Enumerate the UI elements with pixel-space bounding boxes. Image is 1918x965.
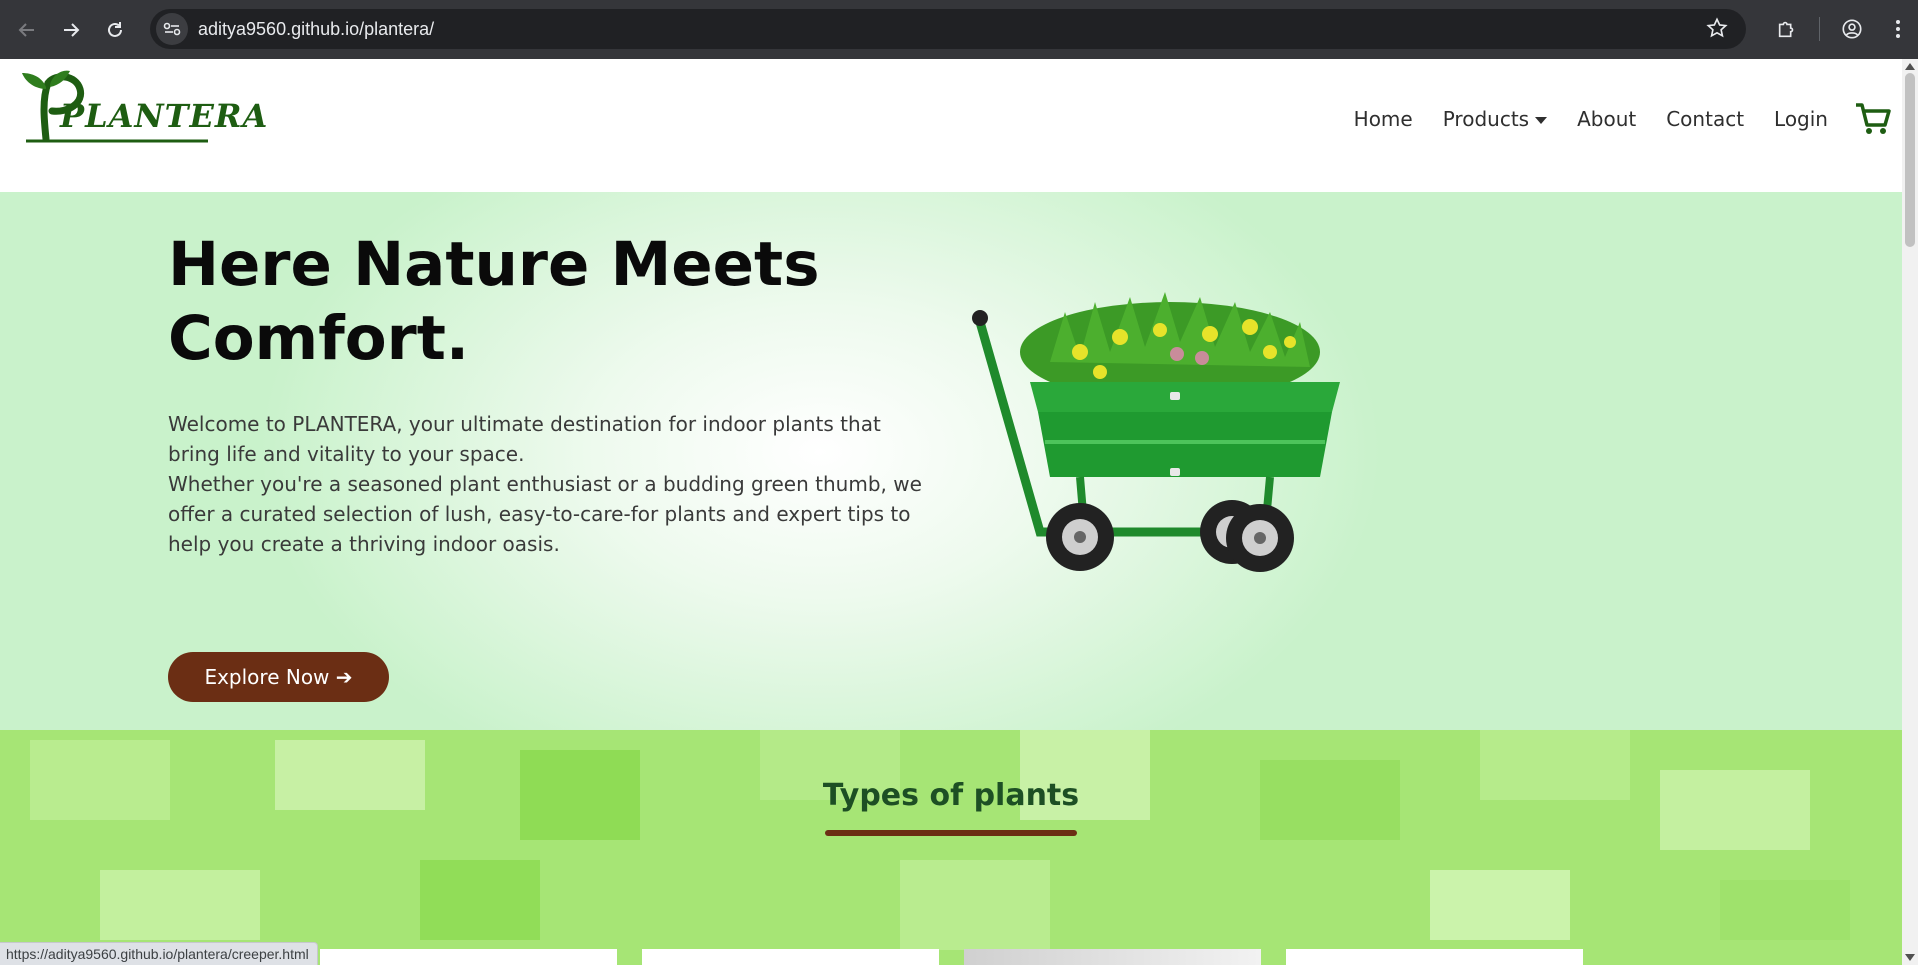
- web-page: PLANTERA Home Products About Contact Log…: [0, 59, 1902, 965]
- site-info-icon[interactable]: [156, 13, 188, 45]
- plant-card[interactable]: [642, 949, 939, 965]
- profile-button[interactable]: [1826, 9, 1878, 49]
- reload-button[interactable]: [95, 10, 135, 50]
- heading-underline: [825, 830, 1077, 836]
- scrollbar-thumb[interactable]: [1905, 73, 1915, 247]
- account-icon: [1842, 19, 1862, 39]
- background-tile: [900, 860, 1050, 950]
- hero-description: Welcome to PLANTERA, your ultimate desti…: [168, 409, 938, 559]
- toolbar-divider: [1819, 17, 1820, 41]
- types-of-plants-heading: Types of plants: [822, 778, 1080, 813]
- puzzle-icon: [1778, 21, 1794, 38]
- types-of-plants-section: Types of plants: [0, 730, 1902, 965]
- hero-title: Here Nature Meets Comfort.: [168, 229, 820, 374]
- scroll-down-arrow-icon[interactable]: [1905, 954, 1915, 961]
- browser-toolbar: aditya9560.github.io/plantera/: [0, 0, 1918, 59]
- url-text[interactable]: aditya9560.github.io/plantera/: [198, 19, 434, 40]
- shopping-cart-icon: [1856, 103, 1891, 134]
- plant-card[interactable]: [964, 949, 1261, 965]
- nav-home[interactable]: Home: [1354, 107, 1413, 131]
- link-status-bar: https://aditya9560.github.io/plantera/cr…: [0, 942, 318, 965]
- scroll-up-arrow-icon[interactable]: [1905, 63, 1915, 70]
- hero-paragraph-1: Welcome to PLANTERA, your ultimate desti…: [168, 412, 881, 466]
- background-tile: [420, 860, 540, 940]
- nav-products-dropdown[interactable]: Products: [1442, 107, 1548, 131]
- nav-contact[interactable]: Contact: [1666, 107, 1744, 131]
- extensions-button[interactable]: [1761, 9, 1813, 49]
- cart-button[interactable]: [1854, 101, 1892, 137]
- nav-about[interactable]: About: [1577, 107, 1636, 131]
- site-logo[interactable]: PLANTERA: [22, 69, 267, 143]
- kebab-menu-icon: [1896, 20, 1900, 38]
- logo-wordmark: PLANTERA: [60, 97, 269, 135]
- plant-card[interactable]: [1286, 949, 1583, 965]
- hero-paragraph-2: Whether you're a seasoned plant enthusia…: [168, 472, 922, 556]
- bookmark-star-icon[interactable]: [1706, 17, 1728, 43]
- explore-now-button[interactable]: Explore Now ➔: [168, 652, 389, 702]
- arrow-left-icon: [18, 22, 34, 37]
- plant-card[interactable]: [320, 949, 617, 965]
- plant-cart-image: [972, 292, 1340, 572]
- back-button[interactable]: [7, 10, 47, 50]
- nav-login[interactable]: Login: [1774, 107, 1828, 131]
- menu-button[interactable]: [1878, 9, 1918, 49]
- site-header: PLANTERA Home Products About Contact Log…: [0, 59, 1902, 192]
- arrow-right-icon: [64, 22, 80, 37]
- background-tile: [100, 870, 260, 940]
- hero-section: Here Nature Meets Comfort. Welcome to PL…: [0, 192, 1902, 730]
- nav-products-label: Products: [1442, 107, 1530, 131]
- reload-icon: [108, 21, 122, 37]
- background-tile: [1720, 880, 1850, 940]
- caret-down-icon: [1535, 116, 1548, 124]
- page-scrollbar[interactable]: [1902, 59, 1918, 965]
- forward-button[interactable]: [51, 10, 91, 50]
- main-nav: Home Products About Contact Login: [1354, 101, 1892, 137]
- background-tile: [1430, 870, 1570, 940]
- address-bar[interactable]: aditya9560.github.io/plantera/: [150, 9, 1746, 49]
